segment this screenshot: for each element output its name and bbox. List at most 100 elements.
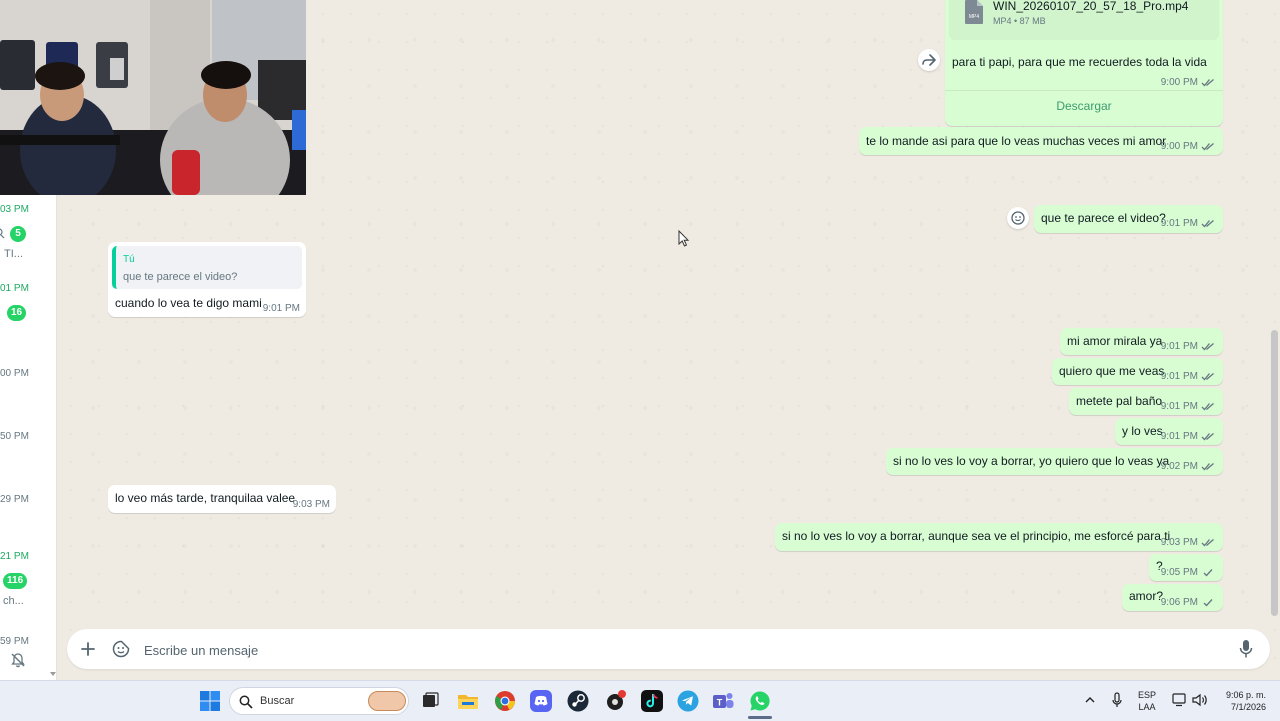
search-icon bbox=[239, 695, 253, 709]
windows-taskbar: Buscar T ESP LAA 9:06 p. m. 7/1/2026 bbox=[0, 680, 1280, 721]
teams-icon[interactable]: T bbox=[711, 689, 735, 713]
outgoing-message[interactable]: y lo ves 9:01 PM bbox=[1115, 418, 1223, 445]
microphone-icon[interactable] bbox=[1239, 639, 1253, 659]
file-name: WIN_20260107_20_57_18_Pro.mp4 bbox=[993, 0, 1189, 13]
chat-time: 00 PM bbox=[0, 368, 29, 379]
message-time: 9:01 PM bbox=[1160, 431, 1198, 442]
message-meta: 9:01 PM bbox=[1161, 341, 1215, 352]
webcam-image bbox=[0, 0, 306, 195]
message-time: 9:01 PM bbox=[1160, 341, 1198, 352]
webcam-overlay bbox=[0, 0, 306, 195]
double-check-icon bbox=[1201, 373, 1214, 381]
outgoing-message[interactable]: si no lo ves lo voy a borrar, yo quiero … bbox=[886, 448, 1223, 475]
incoming-reply-message[interactable]: Tú que te parece el video? cuando lo vea… bbox=[108, 242, 306, 317]
taskbar-search-box[interactable]: Buscar bbox=[229, 687, 409, 715]
message-text: para ti papi, para que me recuerdes toda… bbox=[952, 55, 1207, 69]
clock-date: 7/1/2026 bbox=[1230, 702, 1266, 712]
double-check-icon bbox=[1201, 79, 1214, 87]
quote-author: Tú bbox=[123, 254, 135, 265]
mp4-file-icon: MP4 bbox=[965, 0, 983, 24]
quoted-message[interactable]: Tú que te parece el video? bbox=[112, 246, 302, 289]
double-check-icon bbox=[1201, 539, 1214, 547]
message-text: amor? bbox=[1129, 589, 1164, 603]
scroll-down-arrow[interactable] bbox=[50, 672, 56, 676]
keyboard-language[interactable]: ESP LAA bbox=[1138, 689, 1156, 713]
single-check-icon bbox=[1203, 599, 1213, 607]
message-meta: 9:06 PM bbox=[1161, 597, 1215, 608]
file-explorer-icon[interactable] bbox=[456, 689, 480, 713]
message-text: mi amor mirala ya bbox=[1067, 334, 1163, 348]
chrome-icon[interactable] bbox=[493, 689, 517, 713]
message-meta: 9:01 PM bbox=[1161, 401, 1215, 412]
video-file-message[interactable]: MP4 WIN_20260107_20_57_18_Pro.mp4 MP4 • … bbox=[945, 0, 1223, 126]
message-text: y lo ves bbox=[1122, 424, 1163, 438]
outgoing-message[interactable]: que te parece el video? 9:01 PM bbox=[1034, 205, 1223, 233]
message-time: 9:00 PM bbox=[1160, 77, 1198, 88]
message-time: 9:02 PM bbox=[1160, 461, 1198, 472]
message-time: 9:01 PM bbox=[1160, 401, 1198, 412]
message-meta: 9:00 PM bbox=[1161, 141, 1215, 152]
windows-start-icon[interactable] bbox=[198, 689, 222, 713]
outgoing-message[interactable]: mi amor mirala ya 9:01 PM bbox=[1060, 328, 1223, 355]
system-clock[interactable]: 9:06 p. m. 7/1/2026 bbox=[1218, 689, 1266, 713]
steam-icon[interactable] bbox=[566, 689, 590, 713]
whatsapp-icon[interactable] bbox=[748, 689, 772, 713]
svg-text:T: T bbox=[717, 698, 723, 708]
message-time: 9:01 PM bbox=[1160, 218, 1198, 229]
network-icon[interactable] bbox=[1172, 693, 1188, 707]
message-text: que te parece el video? bbox=[1041, 211, 1166, 225]
outgoing-message[interactable]: ? 9:05 PM bbox=[1149, 554, 1223, 581]
chevron-up-icon[interactable] bbox=[1084, 695, 1096, 705]
message-meta: 9:02 PM bbox=[1161, 461, 1215, 472]
muted-bell-icon bbox=[11, 653, 25, 668]
chat-time: 01 PM bbox=[0, 283, 29, 294]
outgoing-message[interactable]: quiero que me veas 9:01 PM bbox=[1052, 358, 1223, 385]
attach-plus-icon[interactable] bbox=[79, 640, 97, 658]
chat-snippet: ch... bbox=[3, 595, 24, 607]
smiley-icon bbox=[1011, 211, 1025, 225]
forward-button[interactable] bbox=[918, 49, 940, 71]
chat-time: 21 PM bbox=[0, 551, 29, 562]
double-check-icon bbox=[1201, 343, 1214, 351]
message-meta: 9:03 PM bbox=[1161, 537, 1215, 548]
outgoing-message[interactable]: metete pal baño 9:01 PM bbox=[1069, 388, 1223, 415]
chat-scrollbar[interactable] bbox=[1271, 330, 1278, 616]
file-attachment[interactable]: MP4 WIN_20260107_20_57_18_Pro.mp4 MP4 • … bbox=[949, 0, 1219, 40]
mouse-cursor-icon bbox=[678, 230, 690, 247]
double-check-icon bbox=[1201, 220, 1214, 228]
message-time: 9:01 PM bbox=[262, 303, 300, 314]
message-text: lo veo más tarde, tranquilaa valee bbox=[115, 491, 296, 505]
discord-icon[interactable] bbox=[529, 689, 553, 713]
message-input[interactable] bbox=[142, 635, 1206, 665]
react-button[interactable] bbox=[1007, 207, 1029, 229]
message-text: si no lo ves lo voy a borrar, yo quiero … bbox=[893, 454, 1170, 468]
sticker-emoji-icon[interactable] bbox=[111, 639, 131, 659]
outgoing-message[interactable]: si no lo ves lo voy a borrar, aunque sea… bbox=[775, 523, 1223, 551]
volume-icon[interactable] bbox=[1192, 693, 1208, 707]
message-meta: 9:01 PM bbox=[1161, 371, 1215, 382]
message-composer bbox=[67, 629, 1270, 669]
unread-badge: 5 bbox=[10, 226, 26, 242]
single-check-icon bbox=[1203, 569, 1213, 577]
message-text: metete pal baño bbox=[1076, 394, 1163, 408]
message-time: 9:03 PM bbox=[1160, 537, 1198, 548]
outgoing-message[interactable]: amor? 9:06 PM bbox=[1122, 584, 1223, 611]
microphone-tray-icon[interactable] bbox=[1111, 692, 1123, 709]
message-text: cuando lo vea te digo mami bbox=[115, 296, 262, 310]
double-check-icon bbox=[1201, 143, 1214, 151]
chat-time: 29 PM bbox=[0, 494, 29, 505]
message-text: quiero que me veas bbox=[1059, 364, 1165, 378]
task-view-icon[interactable] bbox=[418, 689, 442, 713]
message-time: 9:03 PM bbox=[292, 499, 330, 510]
unread-badge: 16 bbox=[7, 305, 27, 321]
tiktok-icon[interactable] bbox=[640, 689, 664, 713]
search-icon bbox=[0, 228, 5, 239]
message-text: si no lo ves lo voy a borrar, aunque sea… bbox=[782, 529, 1171, 543]
incoming-message[interactable]: lo veo más tarde, tranquilaa valee 9:03 … bbox=[108, 485, 336, 513]
chat-time: 50 PM bbox=[0, 431, 29, 442]
app-notification-icon[interactable] bbox=[603, 689, 627, 713]
search-highlight-image bbox=[368, 691, 406, 711]
outgoing-message[interactable]: te lo mande asi para que lo veas muchas … bbox=[859, 127, 1223, 155]
telegram-icon[interactable] bbox=[676, 689, 700, 713]
download-button[interactable]: Descargar bbox=[945, 90, 1223, 123]
